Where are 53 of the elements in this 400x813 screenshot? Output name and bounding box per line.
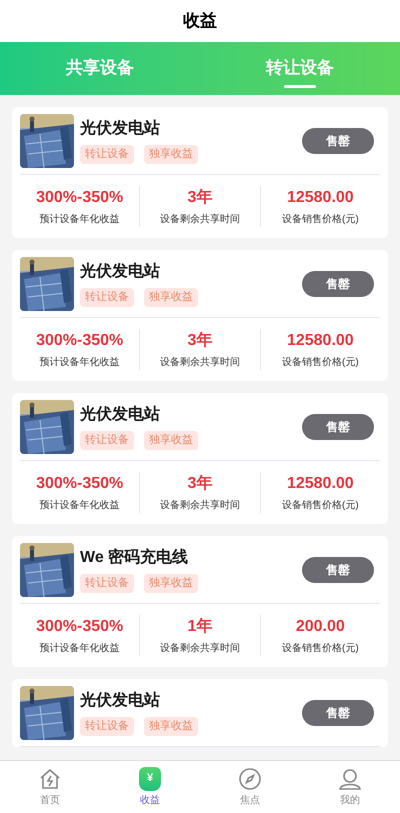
product-title: 光伏发电站	[80, 690, 161, 712]
stat-label: 设备销售价格(元)	[282, 356, 359, 370]
tag: 独享收益	[144, 145, 198, 164]
compass-icon	[238, 766, 262, 790]
stat-value: 200.00	[296, 617, 345, 637]
stat-value: 12580.00	[286, 331, 354, 351]
tag: 独享收益	[144, 717, 198, 736]
stat-label: 设备销售价格(元)	[282, 212, 359, 227]
stat-value: 3年	[188, 474, 212, 494]
tag: 转让设备	[80, 431, 134, 450]
stat-label: 设备剩余共享时间	[160, 356, 240, 370]
stat-value: 3年	[188, 188, 212, 208]
stat-label: 预计设备年化收益	[40, 356, 120, 370]
tag: 转让设备	[80, 717, 134, 736]
product-title: 光伏发电站	[80, 118, 161, 140]
tag: 独享收益	[144, 288, 198, 307]
tag: 独享收益	[144, 574, 198, 593]
page-title: 收益	[183, 10, 217, 32]
stat-label: 预计设备年化收益	[40, 498, 120, 513]
stat-value: 300%-350%	[36, 188, 124, 208]
sold-out-button[interactable]: 售罄	[302, 556, 374, 582]
stat-value: 3年	[188, 330, 212, 351]
stat-label: 预计设备年化收益	[40, 212, 120, 227]
stat-label: 设备销售价格(元)	[282, 642, 359, 656]
sold-out-button[interactable]: 售罄	[302, 414, 374, 440]
tag: 转让设备	[80, 288, 134, 307]
nav-item[interactable]: 焦点	[200, 761, 300, 813]
tag: 转让设备	[80, 574, 134, 593]
sold-out-button[interactable]: 售罄	[302, 700, 374, 726]
money-bag-icon: ¥	[139, 766, 161, 790]
stat-value: 12580.00	[286, 474, 354, 494]
product-title: We 密码充电线	[80, 547, 190, 568]
user-icon	[338, 766, 362, 790]
stat-label: 设备剩余共享时间	[160, 642, 240, 656]
nav-item[interactable]: 我的	[300, 761, 400, 813]
tag: 转让设备	[80, 145, 134, 164]
home-icon	[38, 766, 62, 790]
stat-value: 1年	[188, 616, 212, 637]
sold-out-button[interactable]: 售罄	[302, 270, 374, 296]
stat-value: 300%-350%	[36, 474, 124, 494]
tag: 独享收益	[144, 431, 198, 450]
stat-value: 300%-350%	[36, 617, 124, 637]
nav-item[interactable]: 首页	[0, 761, 100, 813]
stat-label: 设备销售价格(元)	[282, 498, 359, 513]
stat-value: 300%-350%	[36, 331, 124, 351]
sold-out-button[interactable]: 售罄	[302, 128, 374, 154]
stat-label: 预计设备年化收益	[40, 642, 120, 656]
product-title: 光伏发电站	[80, 262, 161, 282]
product-title: 光伏发电站	[80, 404, 161, 426]
stat-label: 设备剩余共享时间	[160, 498, 240, 513]
stat-label: 设备剩余共享时间	[160, 212, 240, 227]
nav-item[interactable]: ¥ 收益	[100, 761, 200, 813]
stat-value: 12580.00	[286, 188, 354, 208]
